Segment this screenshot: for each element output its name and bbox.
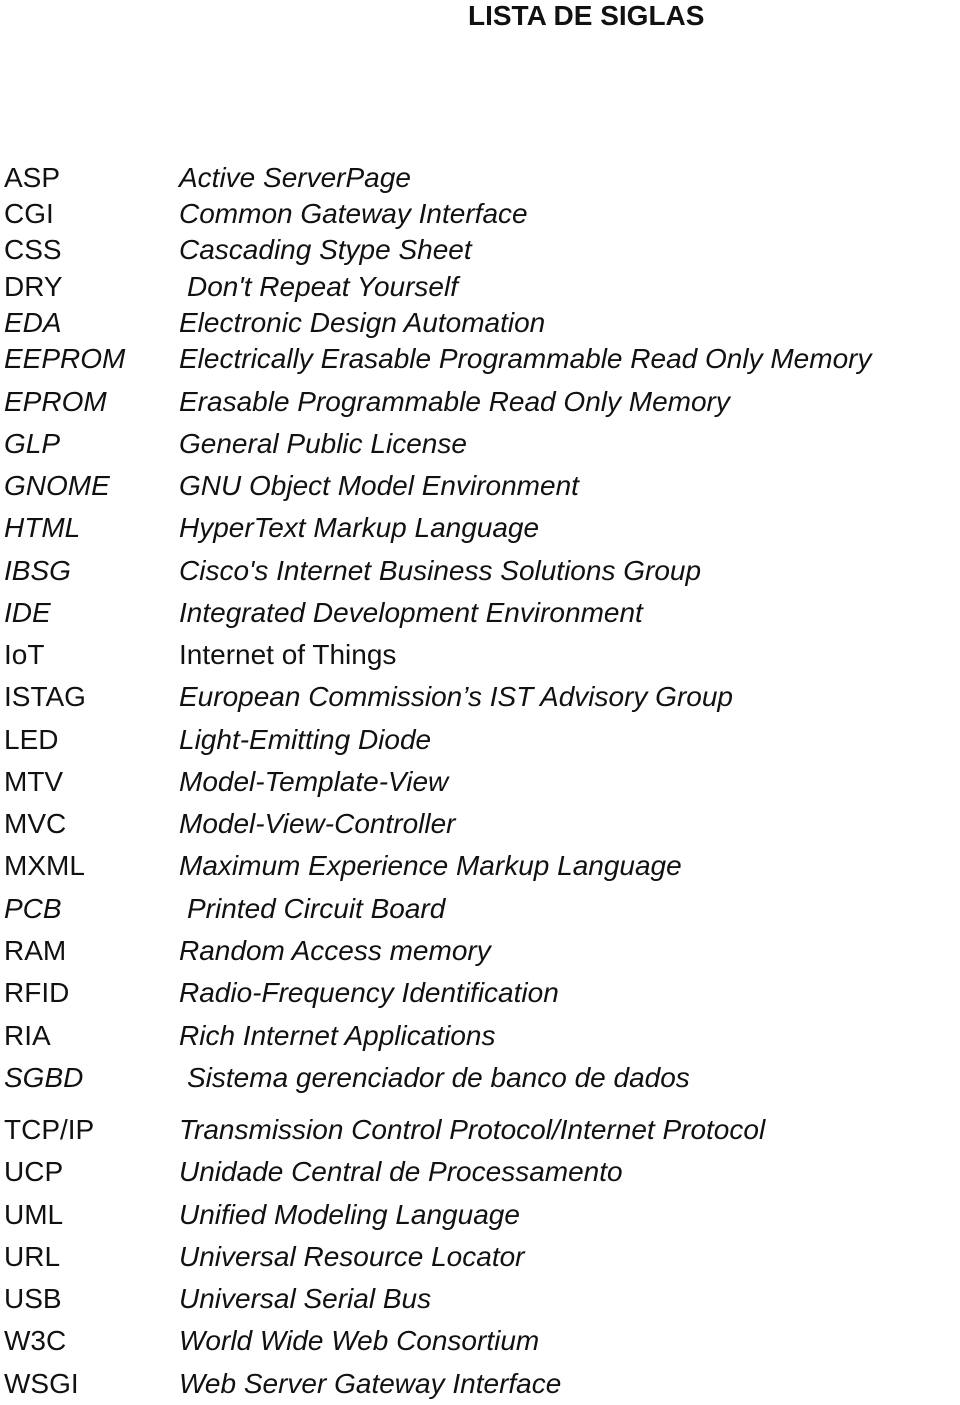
definition: Rich Internet Applications (179, 1020, 496, 1051)
list-item: WSGI Web Server Gateway Interface (0, 1367, 960, 1401)
list-item: RAM Random Access memory (0, 934, 960, 968)
acronym: LED (4, 724, 59, 755)
acronym: USB (4, 1283, 62, 1314)
definition: General Public License (179, 428, 467, 459)
definition: Maximum Experience Markup Language (179, 850, 682, 881)
definition: Common Gateway Interface (179, 198, 528, 229)
acronym: GLP (4, 428, 61, 459)
list-item: CGI Common Gateway Interface (0, 197, 960, 231)
acronym: IoT (4, 639, 45, 670)
acronym: HTML (4, 512, 81, 543)
list-item: IBSG Cisco's Internet Business Solutions … (0, 554, 960, 588)
list-item: CSS Cascading Stype Sheet (0, 233, 960, 267)
list-item: EEPROM Electrically Erasable Programmable… (0, 342, 960, 376)
acronym: EDA (4, 307, 62, 338)
list-item: GNOME GNU Object Model Environment (0, 469, 960, 503)
acronym: RAM (4, 935, 67, 966)
list-item: PCB Printed Circuit Board (0, 892, 960, 926)
list-item: EDA Electronic Design Automation (0, 306, 960, 340)
list-item: GLP General Public License (0, 427, 960, 461)
acronym: MVC (4, 808, 67, 839)
list-item: LED Light-Emitting Diode (0, 723, 960, 757)
list-item: SGBD Sistema gerenciador de banco de dado… (0, 1061, 960, 1095)
list-item: EPROM Erasable Programmable Read Only Mem… (0, 385, 960, 419)
list-item: URL Universal Resource Locator (0, 1240, 960, 1274)
acronym: RFID (4, 977, 70, 1008)
list-item: ASP Active ServerPage (0, 161, 960, 195)
acronym: DRY (4, 271, 63, 302)
list-item: UCP Unidade Central de Processamento (0, 1155, 960, 1189)
definition: Electrically Erasable Programmable Read … (179, 343, 872, 374)
acronym: EPROM (4, 386, 107, 417)
list-item: ISTAG European Commission’s IST Advisory … (0, 680, 960, 714)
list-item: MVC Model-View-Controller (0, 807, 960, 841)
acronym: W3C (4, 1325, 67, 1356)
definition: Universal Serial Bus (179, 1283, 432, 1314)
acronym: URL (4, 1241, 61, 1272)
definition: Sistema gerenciador de banco de dados (187, 1062, 690, 1093)
list-item: IoT Internet of Things (0, 638, 960, 672)
definition: Cascading Stype Sheet (179, 234, 472, 265)
acronym: GNOME (4, 470, 110, 501)
acronym: WSGI (4, 1368, 79, 1399)
definition: Web Server Gateway Interface (179, 1368, 562, 1399)
acronym: RIA (4, 1020, 51, 1051)
acronym: UML (4, 1199, 64, 1230)
list-item: MTV Model-Template-View (0, 765, 960, 799)
definition: Universal Resource Locator (179, 1241, 525, 1272)
definition: Unified Modeling Language (179, 1199, 520, 1230)
acronym: SGBD (4, 1062, 84, 1093)
definition: Cisco's Internet Business Solutions Grou… (179, 555, 702, 586)
definition: Radio-Frequency Identification (179, 977, 559, 1008)
list-item: RIA Rich Internet Applications (0, 1019, 960, 1053)
page-title: LISTA DE SIGLAS (468, 0, 705, 31)
acronym: CGI (4, 198, 54, 229)
definition: Unidade Central de Processamento (179, 1156, 623, 1187)
list-item: HTML HyperText Markup Language (0, 511, 960, 545)
acronym: ASP (4, 162, 61, 193)
list-item: TCP/IP Transmission Control Protocol/Inte… (0, 1113, 960, 1147)
definition: Transmission Control Protocol/Internet P… (179, 1114, 766, 1145)
definition: Model-Template-View (179, 766, 449, 797)
acronym: MTV (4, 766, 64, 797)
acronym: MXML (4, 850, 85, 881)
acronym: UCP (4, 1156, 64, 1187)
acronym: IDE (4, 597, 51, 628)
definition: Light-Emitting Diode (179, 724, 432, 755)
list-item: W3C World Wide Web Consortium (0, 1324, 960, 1358)
acronym: TCP/IP (4, 1114, 95, 1145)
definition: Integrated Development Environment (179, 597, 643, 628)
definition: GNU Object Model Environment (179, 470, 579, 501)
acronym: PCB (4, 893, 62, 924)
definition: Active ServerPage (179, 162, 411, 193)
list-item: DRY Don't Repeat Yourself (0, 270, 960, 304)
acronym: IBSG (4, 555, 71, 586)
acronym: EEPROM (4, 343, 126, 374)
definition: European Commission’s IST Advisory Group (179, 681, 733, 712)
definition: Model-View-Controller (179, 808, 456, 839)
definition: HyperText Markup Language (179, 512, 540, 543)
definition: World Wide Web Consortium (179, 1325, 540, 1356)
list-item: IDE Integrated Development Environment (0, 596, 960, 630)
definition: Don't Repeat Yourself (187, 271, 459, 302)
list-item: RFID Radio-Frequency Identification (0, 976, 960, 1010)
definition: Internet of Things (179, 639, 397, 670)
definition: Erasable Programmable Read Only Memory (179, 386, 730, 417)
definition: Printed Circuit Board (187, 893, 446, 924)
acronym: CSS (4, 234, 62, 265)
list-item: UML Unified Modeling Language (0, 1198, 960, 1232)
list-item: MXML Maximum Experience Markup Language (0, 849, 960, 883)
definition: Random Access memory (179, 935, 491, 966)
definition: Electronic Design Automation (179, 307, 546, 338)
acronym: ISTAG (4, 681, 86, 712)
list-item: USB Universal Serial Bus (0, 1282, 960, 1316)
